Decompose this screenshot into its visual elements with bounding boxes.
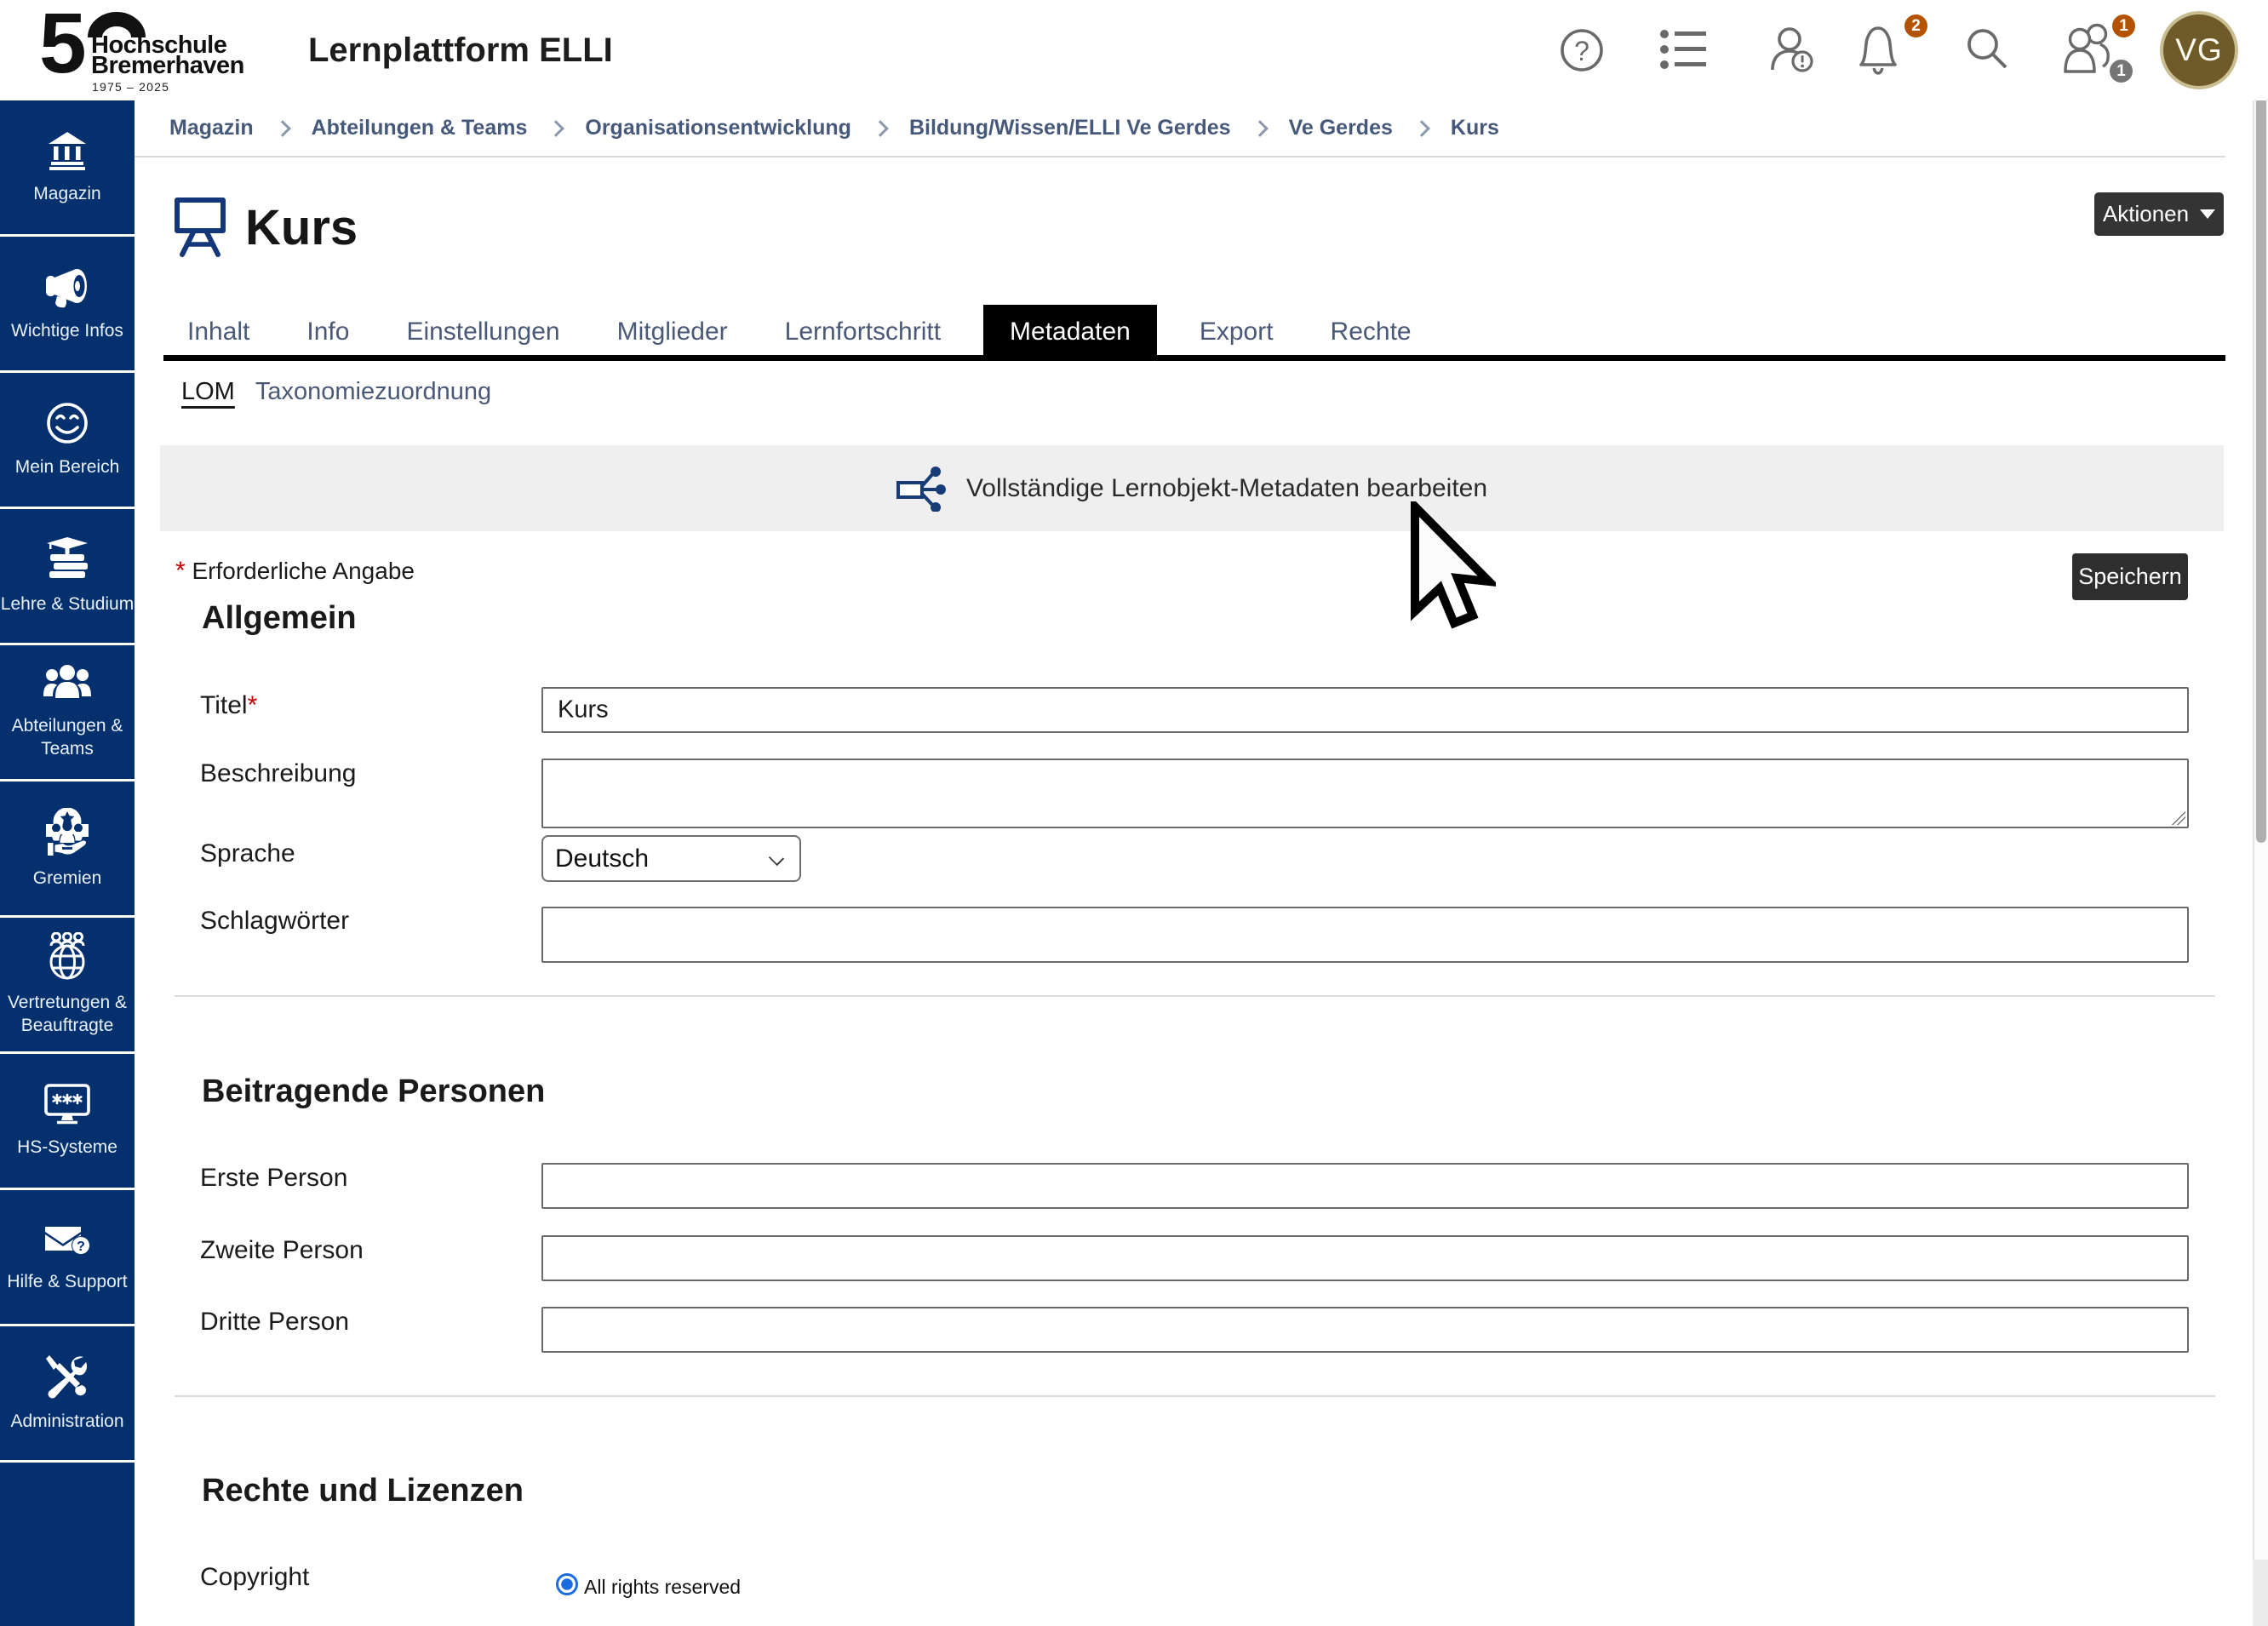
svg-text:?: ?	[1574, 36, 1589, 66]
svg-text:?: ?	[77, 1240, 85, 1254]
